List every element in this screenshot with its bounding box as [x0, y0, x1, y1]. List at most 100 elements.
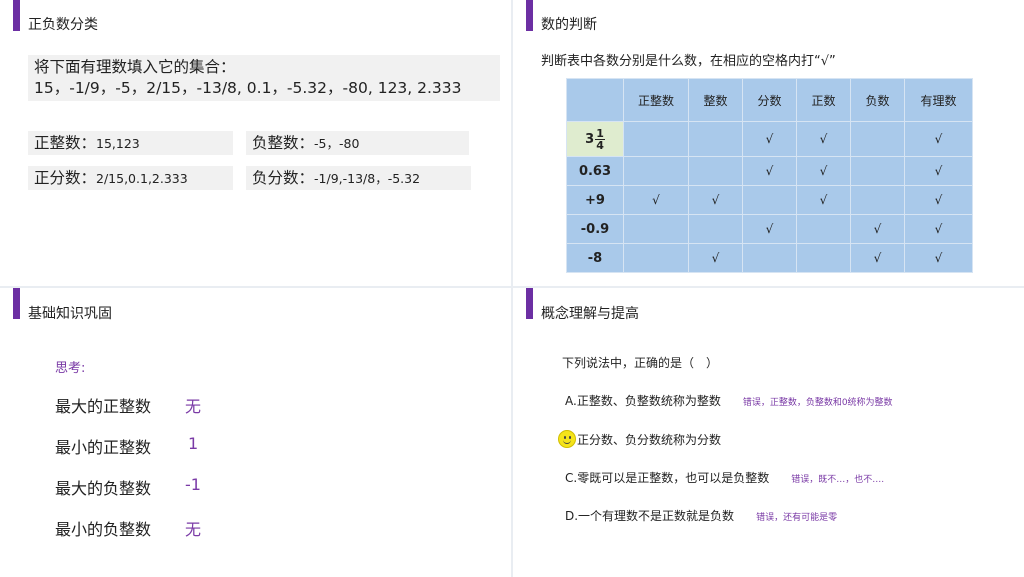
category-label: 正整数： [34, 134, 97, 152]
table-cell [796, 243, 851, 273]
table-cell [742, 185, 797, 215]
row-label: -0.9 [566, 214, 624, 244]
category-label: 正分数： [34, 169, 97, 187]
header-cell: 分数 [742, 78, 797, 122]
table-cell [850, 185, 905, 215]
table-cell [688, 156, 743, 186]
number-list: 15，-1/9，-5，2/15，-13/8, 0.1，-5.32，-80, 12… [34, 79, 462, 97]
mixed-fraction: 3 1 4 [585, 128, 605, 151]
think-prompt: 思考: [55, 361, 86, 376]
category-label: 负整数： [252, 134, 315, 152]
table-cell [688, 121, 743, 157]
slide-title: 基础知识巩固 [28, 306, 112, 322]
table-cell [623, 121, 689, 157]
title-accent-bar [13, 0, 20, 31]
category-label: 负分数： [252, 169, 315, 187]
table-cell [796, 214, 851, 244]
table-cell: √ [688, 243, 743, 273]
table-header-row: 正整数 整数 分数 正数 负数 有理数 [566, 78, 973, 122]
slide-classification: 正负数分类 将下面有理数填入它的集合： 15，-1/9，-5，2/15，-13/… [0, 0, 511, 286]
table-cell: √ [904, 185, 973, 215]
option-text: D.一个有理数不是正数就是负数 [565, 509, 735, 523]
category-positive-fraction: 正分数：2/15,0.1,2.333 [28, 166, 233, 190]
table-row: -0.9 √ √ √ [566, 214, 973, 244]
table-cell: √ [796, 121, 851, 157]
fraction-denominator: 4 [596, 138, 604, 152]
qa-answer: -1 [185, 475, 201, 494]
row-label: -8 [566, 243, 624, 273]
table-row: +9 √ √ √ √ [566, 185, 973, 215]
category-positive-integer: 正整数：15,123 [28, 131, 233, 155]
table-row: -8 √ √ √ [566, 243, 973, 273]
judgement-table: 正整数 整数 分数 正数 负数 有理数 3 1 4 √ √ √ 0.63 √ √… [566, 78, 973, 273]
qa-item: 最小的正整数 1 [55, 434, 198, 458]
table-cell: √ [904, 214, 973, 244]
question-line: 将下面有理数填入它的集合： [34, 58, 236, 76]
fraction-whole: 3 [585, 131, 595, 147]
qa-question: 最大的正整数 [55, 397, 152, 416]
table-cell: √ [742, 214, 797, 244]
table-cell: √ [796, 185, 851, 215]
header-cell: 负数 [850, 78, 905, 122]
option-note: 错误，还有可能是零 [756, 513, 838, 523]
option-text: A.正整数、负整数统称为整数 [565, 394, 721, 408]
qa-question: 最大的负整数 [55, 479, 152, 498]
fraction-numerator: 1 [595, 126, 605, 140]
qa-answer: 无 [185, 397, 202, 416]
table-cell [623, 243, 689, 273]
table-row: 3 1 4 √ √ √ [566, 121, 973, 157]
title-accent-bar [526, 0, 533, 31]
qa-question: 最小的正整数 [55, 438, 152, 457]
option-note: 错误，既不…，也不…. [791, 475, 885, 485]
row-label-mixed-number: 3 1 4 [566, 121, 624, 157]
header-corner [566, 78, 624, 122]
qa-item: 最小的负整数 无 [55, 516, 201, 540]
table-cell: √ [623, 185, 689, 215]
instruction: 判断表中各数分别是什么数，在相应的空格内打“√” [541, 54, 836, 69]
option-c[interactable]: C.零既可以是正整数，也可以是负整数 错误，既不…，也不…. [565, 469, 884, 486]
table-row: 0.63 √ √ √ [566, 156, 973, 186]
table-cell [623, 156, 689, 186]
category-value: 2/15,0.1,2.333 [96, 171, 188, 186]
option-a[interactable]: A.正整数、负整数统称为整数 错误，正整数，负整数和0统称为整数 [565, 392, 893, 409]
slide-title: 数的判断 [541, 17, 597, 33]
category-value: -5，-80 [314, 136, 360, 151]
header-cell: 正数 [796, 78, 851, 122]
table-cell: √ [796, 156, 851, 186]
title-accent-bar [13, 288, 20, 319]
option-b[interactable]: 正分数、负分数统称为分数 [577, 431, 721, 448]
table-cell [623, 214, 689, 244]
category-negative-fraction: 负分数：-1/9,-13/8，-5.32 [246, 166, 471, 190]
smiley-icon [558, 430, 576, 448]
table-cell: √ [850, 214, 905, 244]
slide-number-judgement: 数的判断 判断表中各数分别是什么数，在相应的空格内打“√” 正整数 整数 分数 … [513, 0, 1024, 286]
qa-item: 最大的负整数 -1 [55, 475, 201, 499]
option-note: 错误，正整数，负整数和0统称为整数 [742, 398, 893, 408]
question-text: 下列说法中，正确的是（ ） [562, 356, 719, 370]
table-cell: √ [850, 243, 905, 273]
header-cell: 正整数 [623, 78, 689, 122]
table-cell [850, 156, 905, 186]
row-label: +9 [566, 185, 624, 215]
table-cell: √ [904, 121, 973, 157]
qa-answer: 1 [188, 434, 199, 453]
table-cell [742, 243, 797, 273]
qa-question: 最小的负整数 [55, 520, 152, 539]
category-value: -1/9,-13/8，-5.32 [314, 171, 421, 186]
table-cell [688, 214, 743, 244]
option-d[interactable]: D.一个有理数不是正数就是负数 错误，还有可能是零 [565, 507, 837, 524]
table-cell: √ [904, 243, 973, 273]
slide-title: 正负数分类 [28, 17, 98, 33]
header-cell: 有理数 [904, 78, 973, 122]
category-value: 15,123 [96, 136, 140, 151]
table-cell: √ [904, 156, 973, 186]
table-cell: √ [688, 185, 743, 215]
slide-concept-improvement: 概念理解与提高 下列说法中，正确的是（ ） A.正整数、负整数统称为整数 错误，正… [513, 288, 1024, 577]
table-cell: √ [742, 121, 797, 157]
table-cell [850, 121, 905, 157]
slide-title: 概念理解与提高 [541, 306, 639, 322]
header-cell: 整数 [688, 78, 743, 122]
question-box: 将下面有理数填入它的集合： 15，-1/9，-5，2/15，-13/8, 0.1… [28, 55, 500, 101]
qa-answer: 无 [185, 520, 202, 539]
option-text: 正分数、负分数统称为分数 [577, 433, 722, 447]
